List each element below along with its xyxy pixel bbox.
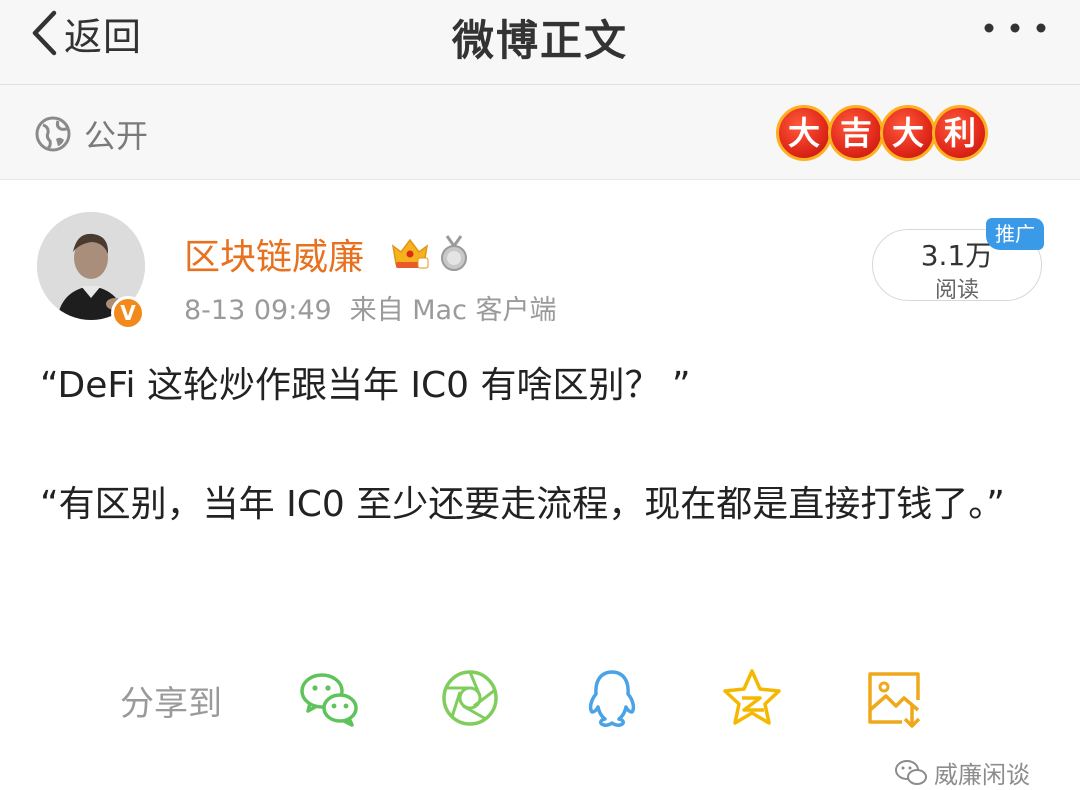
lucky-char: 利	[932, 105, 988, 161]
moments-icon[interactable]	[438, 666, 502, 730]
visibility-label: 公开	[84, 117, 149, 155]
qzone-icon[interactable]	[720, 666, 784, 730]
post-paragraph: “DeFi 这轮炒作跟当年 IC0 有啥区别？ ”	[40, 365, 691, 406]
post-source: 来自 Mac 客户端	[349, 295, 557, 326]
lucky-badge[interactable]: 大 吉 大 利	[776, 105, 988, 165]
watermark: 威廉闲谈	[894, 755, 1030, 790]
promote-badge[interactable]: 推广	[986, 218, 1044, 250]
post-paragraph: “有区别，当年 IC0 至少还要走流程，现在都是直接打钱了。”	[40, 484, 1005, 525]
lucky-char: 大	[776, 105, 832, 161]
more-options-icon[interactable]	[980, 18, 1050, 38]
post-time: 8-13 09:49	[184, 295, 332, 326]
share-label: 分享到	[120, 684, 222, 724]
verified-badge: V	[111, 296, 145, 330]
author-name[interactable]: 区块链威廉	[184, 228, 364, 280]
vip-crown-icon[interactable]	[390, 234, 430, 270]
top-nav-bar: 返回 微博正文	[0, 0, 1080, 85]
save-image-icon[interactable]	[862, 666, 926, 730]
read-label: 阅读	[934, 278, 979, 303]
honor-medal-icon[interactable]	[437, 234, 471, 272]
lucky-char: 吉	[828, 105, 884, 161]
visibility-bar: 公开 大 吉 大 利	[0, 85, 1080, 180]
post-meta: 8-13 09:49 来自 Mac 客户端	[184, 288, 557, 327]
watermark-text: 威廉闲谈	[934, 761, 1030, 789]
page-title: 微博正文	[451, 16, 628, 65]
lucky-char: 大	[880, 105, 936, 161]
globe-icon	[35, 116, 71, 152]
wechat-icon[interactable]	[297, 666, 361, 730]
wechat-watermark-icon	[895, 759, 927, 785]
qq-icon[interactable]	[580, 666, 644, 730]
